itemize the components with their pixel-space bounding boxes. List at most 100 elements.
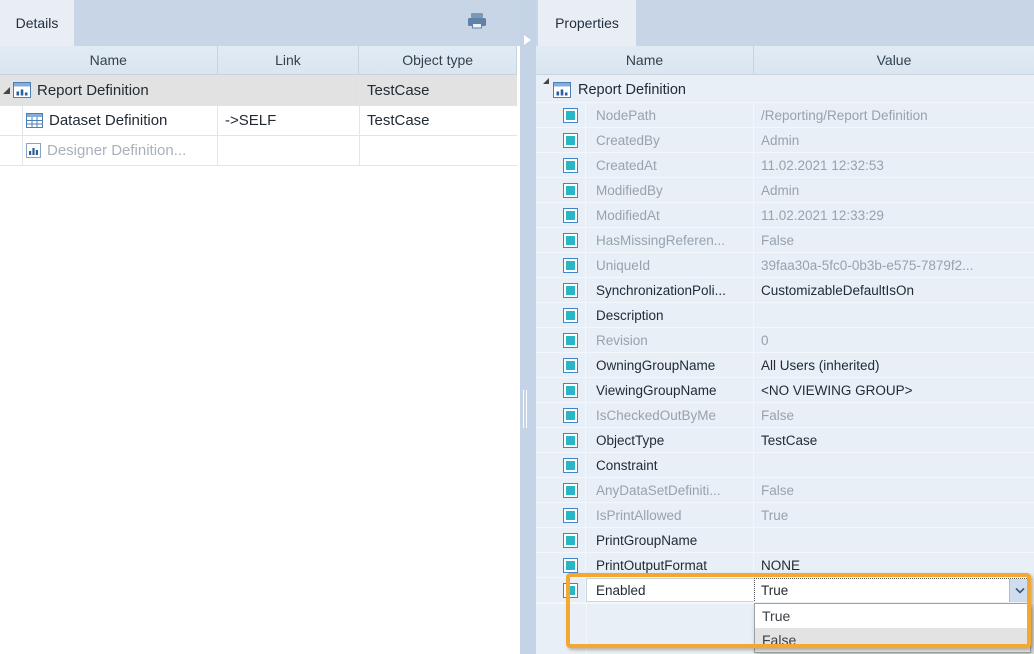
property-row-owninggroupname[interactable]: OwningGroupNameAll Users (inherited) [536,353,1034,378]
property-icon-cell [558,578,586,602]
tree-row-label: Designer Definition... [47,142,186,159]
column-header-name[interactable]: Name [0,46,218,74]
property-row-report-definition[interactable]: Report Definition [536,78,1034,103]
property-value-label: NONE [761,558,800,573]
teal-icon [563,558,578,573]
property-icon-cell [558,453,586,477]
details-header-row: Name Link Object type [0,46,517,75]
tab-properties[interactable]: Properties [538,0,636,46]
property-icon-cell [558,103,586,127]
panel-splitter[interactable] [520,0,536,654]
teal-icon [563,583,578,598]
property-row-enabled-editing[interactable]: EnabledTrue [536,578,1034,603]
property-name-cell: PrintGroupName [586,528,754,552]
details-tabstrip: Details [0,0,520,46]
property-name-label: IsPrintAllowed [596,508,682,523]
tree-indent-line [22,106,23,135]
property-row-uniqueid[interactable]: UniqueId39faa30a-5fc0-0b3b-e575-7879f2..… [536,253,1034,278]
column-header-property-name[interactable]: Name [536,46,754,74]
row-gutter [536,353,558,377]
link-cell [218,75,360,105]
tab-details[interactable]: Details [0,0,74,46]
row-gutter [536,203,558,227]
property-value-label: Admin [761,183,799,198]
property-name-label: PrintOutputFormat [596,558,707,573]
row-gutter [536,378,558,402]
splitter-grip [526,390,527,428]
property-row-nodepath[interactable]: NodePath/Reporting/Report Definition [536,103,1034,128]
expander-icon[interactable] [3,87,10,94]
property-name-cell: ModifiedBy [586,178,754,202]
property-value-cell: All Users (inherited) [754,353,1034,377]
object-type-cell: TestCase [360,106,517,135]
teal-icon [563,533,578,548]
property-name-label: ModifiedBy [596,183,663,198]
tree-row-dataset-definition[interactable]: Dataset Definition ->SELF TestCase [0,106,517,136]
property-name-label: ViewingGroupName [596,383,717,398]
teal-icon [563,283,578,298]
teal-icon [563,158,578,173]
property-row-isprintallowed[interactable]: IsPrintAllowed True [536,503,1034,528]
property-icon-cell [558,228,586,252]
property-row-hasmissingreferen[interactable]: HasMissingReferen...False [536,228,1034,253]
property-row-modifiedat[interactable]: ModifiedAt11.02.2021 12:33:29 [536,203,1034,228]
property-value-cell: <NO VIEWING GROUP> [754,378,1034,402]
teal-icon [563,258,578,273]
property-icon-cell [558,153,586,177]
properties-tabstrip: Properties [536,0,1034,46]
property-row-printoutputformat[interactable]: PrintOutputFormat NONE [536,553,1034,578]
property-value-cell: Admin [754,128,1034,152]
property-value-cell [754,453,1034,477]
property-name-cell: IsCheckedOutByMe [586,403,754,427]
property-row-createdat[interactable]: CreatedAt11.02.2021 12:32:53 [536,153,1034,178]
property-name-label: CreatedBy [596,133,660,148]
column-header-link[interactable]: Link [218,46,360,74]
row-gutter [536,153,558,177]
name-cell: Dataset Definition [0,106,218,135]
property-name-label: Constraint [596,458,658,473]
property-name-label: Description [596,308,664,323]
property-value-cell [754,303,1034,327]
row-gutter [536,103,558,127]
property-value-label: Admin [761,133,799,148]
teal-icon [563,233,578,248]
link-value: ->SELF [225,112,276,129]
print-button[interactable] [460,11,494,36]
property-icon-cell [558,478,586,502]
property-row-revision[interactable]: Revision0 [536,328,1034,353]
properties-panel: Properties Name Value Report DefinitionN… [536,0,1034,654]
column-header-property-value[interactable]: Value [754,46,1034,74]
property-row-constraint[interactable]: Constraint [536,453,1034,478]
property-name-cell: Revision [586,328,754,352]
property-row-ischeckedoutbyme[interactable]: IsCheckedOutByMe False [536,403,1034,428]
row-gutter [536,303,558,327]
property-name-cell: Enabled [586,578,754,602]
property-row-objecttype[interactable]: ObjectTypeTestCase [536,428,1034,453]
property-name-cell: UniqueId [586,253,754,277]
teal-icon [563,308,578,323]
property-row-modifiedby[interactable]: ModifiedBy Admin [536,178,1034,203]
teal-icon [563,433,578,448]
collapse-arrow-icon[interactable] [524,35,531,45]
row-gutter [536,278,558,302]
dropdown-option-false[interactable]: False [755,628,1030,652]
enabled-combobox[interactable]: True [754,578,1031,602]
property-value-cell: True [754,503,1034,527]
row-gutter [536,478,558,502]
dropdown-button[interactable] [1009,579,1030,602]
property-name-cell: CreatedAt [586,153,754,177]
property-row-anydatasetdefiniti[interactable]: AnyDataSetDefiniti...False [536,478,1034,503]
expander-icon[interactable] [543,78,549,84]
property-name-label: IsCheckedOutByMe [596,408,716,423]
property-row-printgroupname[interactable]: PrintGroupName [536,528,1034,553]
property-row-description[interactable]: Description [536,303,1034,328]
tree-row-report-definition[interactable]: Report DefinitionTestCase [0,75,517,106]
property-row-createdby[interactable]: CreatedBy Admin [536,128,1034,153]
dropdown-option-true[interactable]: True [755,604,1030,628]
tree-row-designer-definition[interactable]: Designer Definition... [0,136,517,166]
property-row-synchronizationpoli[interactable]: SynchronizationPoli...CustomizableDefaul… [536,278,1034,303]
column-header-object-type[interactable]: Object type [359,46,516,74]
chevron-down-icon [1015,587,1025,594]
property-value-label: False [761,408,794,423]
property-row-viewinggroupname[interactable]: ViewingGroupName <NO VIEWING GROUP> [536,378,1034,403]
